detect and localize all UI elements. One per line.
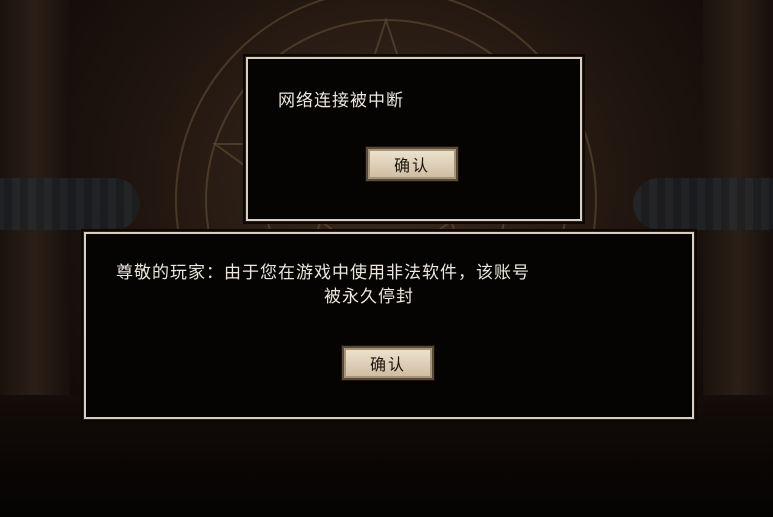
network-disconnected-dialog: 网络连接被中断 确认 — [246, 57, 582, 221]
ban-confirm-button[interactable]: 确认 — [342, 346, 434, 380]
account-banned-dialog: 尊敬的玩家：由于您在游戏中使用非法软件，该账号 被永久停封 确认 — [84, 232, 694, 419]
game-scene: 网络连接被中断 确认 尊敬的玩家：由于您在游戏中使用非法软件，该账号 被永久停封… — [0, 0, 773, 517]
ban-message-line1: 尊敬的玩家：由于您在游戏中使用非法软件，该账号 — [116, 263, 530, 283]
ban-message-line2: 被永久停封 — [324, 287, 414, 307]
network-message: 网络连接被中断 — [278, 91, 404, 111]
network-confirm-button[interactable]: 确认 — [366, 147, 458, 181]
